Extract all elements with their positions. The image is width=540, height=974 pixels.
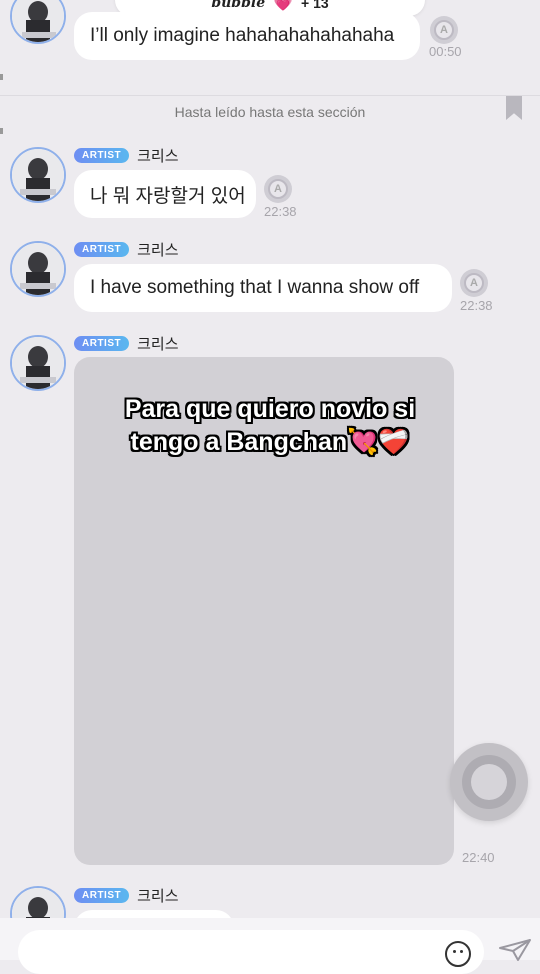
avatar[interactable] <box>10 147 66 203</box>
sender-line: ARTIST 크리스 <box>74 145 179 166</box>
sender-name[interactable]: 크리스 <box>137 145 178 166</box>
scroll-marker <box>0 128 3 134</box>
reply-a-icon[interactable]: A <box>430 16 458 44</box>
overlay-line: tengo a Bangchan💘❤️‍🩹 <box>130 428 410 456</box>
message-bubble[interactable]: I have something that I wanna show off <box>74 264 452 312</box>
message-bubble[interactable]: 나 뭐 자랑할거 있어 <box>74 170 256 218</box>
brand-logo: bubble <box>211 0 266 11</box>
send-plane-icon[interactable] <box>498 938 532 962</box>
read-marker-text: Hasta leído hasta esta sección <box>174 104 366 120</box>
sender-name[interactable]: 크리스 <box>137 239 178 260</box>
reply-a-icon[interactable]: A <box>460 269 488 297</box>
avatar[interactable] <box>10 241 66 297</box>
sender-line: ARTIST 크리스 <box>74 239 179 260</box>
member-count: + 13 <box>301 0 329 11</box>
sender-name[interactable]: 크리스 <box>137 885 178 906</box>
message-time: 22:38 <box>264 204 297 219</box>
artist-badge: ARTIST <box>74 336 130 351</box>
message-input[interactable] <box>18 930 484 974</box>
artist-badge: ARTIST <box>74 888 130 903</box>
divider <box>0 95 540 96</box>
avatar[interactable] <box>10 335 66 391</box>
avatar[interactable] <box>10 0 66 44</box>
sender-name[interactable]: 크리스 <box>137 333 178 354</box>
scroll-marker <box>0 74 3 80</box>
overlay-line: Para que quiero novio si <box>124 395 416 423</box>
reply-a-icon[interactable]: A <box>264 175 292 203</box>
message-bubble[interactable]: I’ll only imagine hahahahahahahaha <box>74 12 420 60</box>
artist-badge: ARTIST <box>74 242 130 257</box>
artist-badge: ARTIST <box>74 148 130 163</box>
overlay-caption: Para que quiero novio si tengo a Bangcha… <box>0 393 540 459</box>
message-time: 00:50 <box>429 44 462 59</box>
message-time: 22:38 <box>460 298 493 313</box>
floating-action-button[interactable] <box>450 743 528 821</box>
sender-line: ARTIST 크리스 <box>74 333 179 354</box>
message-time: 22:40 <box>462 850 495 865</box>
sender-line: ARTIST 크리스 <box>74 885 179 906</box>
emoji-icon[interactable] <box>445 941 471 967</box>
